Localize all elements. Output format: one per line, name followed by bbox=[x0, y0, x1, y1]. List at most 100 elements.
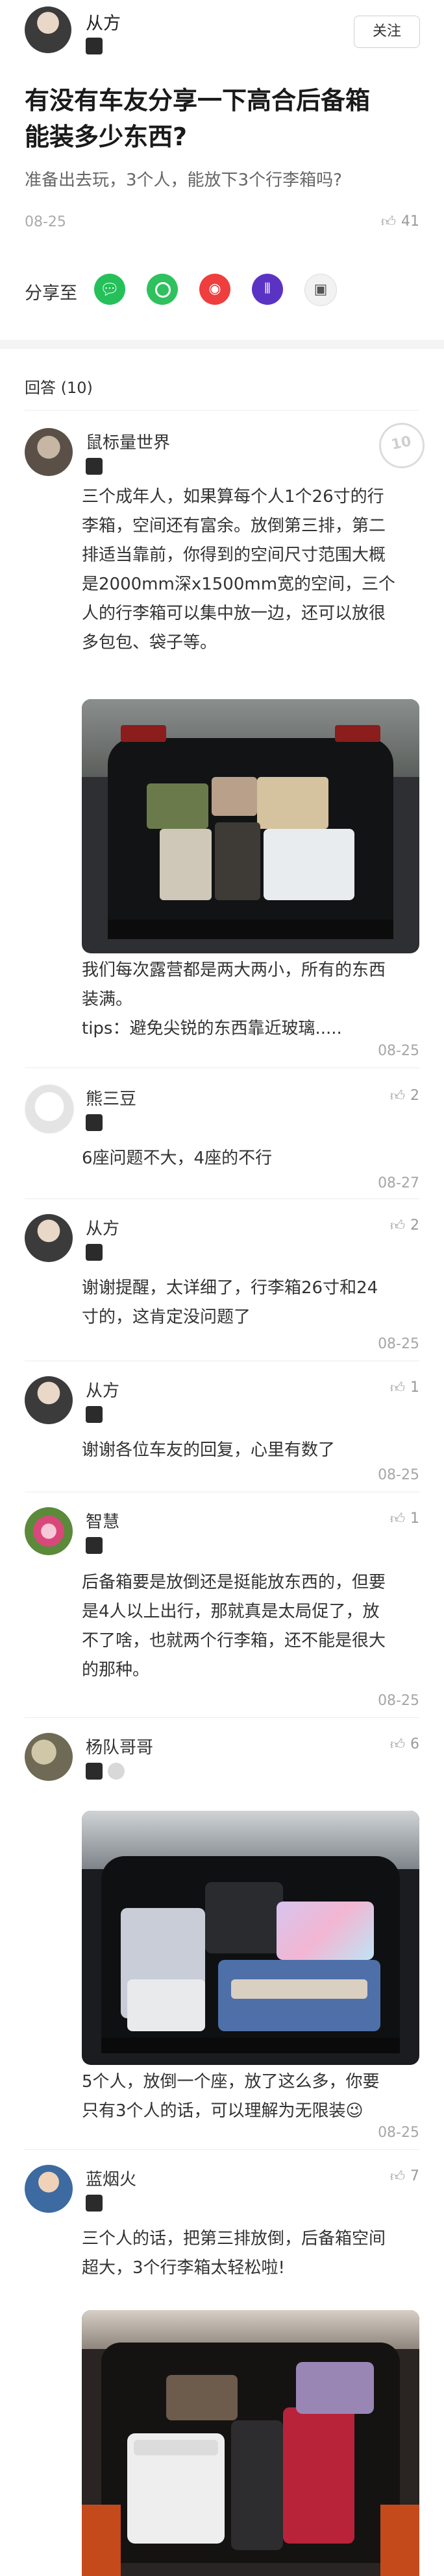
answer-avatar[interactable] bbox=[25, 1084, 74, 1134]
poster-share-icon[interactable]: ▣ bbox=[304, 274, 337, 306]
answer-line: 不了啥，也就两个行李箱，还不能是很大 bbox=[82, 1631, 386, 1651]
answer-avatar[interactable] bbox=[25, 1376, 73, 1424]
answer-photo[interactable] bbox=[82, 2310, 419, 2576]
author-level-badge bbox=[86, 1763, 103, 1780]
answer-like[interactable]: 👍︎ 1 bbox=[390, 1510, 419, 1527]
answer-avatar[interactable] bbox=[25, 1507, 73, 1555]
answer-line: 排适当靠前，你得到的空间尺寸范围大概 bbox=[82, 545, 386, 565]
answer-like-count: 1 bbox=[410, 1510, 419, 1527]
answer-line: 是2000mm深x1500mm宽的空间，三个 bbox=[82, 575, 396, 594]
answer-author-name[interactable]: 智慧 bbox=[86, 1509, 119, 1532]
answer-date: 08-27 bbox=[378, 1175, 419, 1191]
section-divider bbox=[0, 340, 444, 349]
answer-like-count: 2 bbox=[410, 1217, 419, 1234]
answer-avatar[interactable] bbox=[25, 1733, 73, 1781]
photo-caption: 5个人，放倒一个座，放了这么多，你要 只有3个人的话，可以理解为无限装😉 bbox=[82, 2068, 426, 2126]
divider bbox=[25, 1717, 419, 1718]
answer-line: 谢谢各位车友的回复，心里有数了 bbox=[82, 1440, 336, 1460]
answer-avatar[interactable] bbox=[25, 2165, 73, 2213]
answer-like-count: 2 bbox=[410, 1088, 419, 1104]
author-avatar[interactable] bbox=[25, 6, 71, 53]
author-level-badge bbox=[86, 1114, 103, 1131]
answers-count-header: 回答 (10) bbox=[25, 379, 93, 397]
question-date: 08-25 bbox=[25, 214, 66, 230]
weibo-share-icon[interactable]: ◉ bbox=[199, 274, 230, 305]
answer-like[interactable]: 👍︎ 6 bbox=[390, 1735, 419, 1753]
answer-date: 08-25 bbox=[378, 2125, 419, 2141]
answer-line: 超大，3个行李箱太轻松啦! bbox=[82, 2258, 285, 2278]
thumbs-up-icon: 👍︎ bbox=[381, 214, 396, 230]
author-level-badge bbox=[86, 1406, 103, 1423]
divider bbox=[25, 2149, 419, 2150]
answer-date: 08-25 bbox=[378, 1693, 419, 1709]
answer-like-count: 1 bbox=[410, 1379, 419, 1396]
question-description: 准备出去玩，3个人，能放下3个行李箱吗? bbox=[25, 171, 342, 190]
moments-share-icon[interactable] bbox=[147, 274, 178, 305]
question-title-line1: 有没有车友分享一下高合后备箱 bbox=[25, 86, 371, 115]
author-level-badge bbox=[86, 1537, 103, 1554]
answer-photo[interactable] bbox=[82, 1811, 419, 2065]
answer-like[interactable]: 👍︎ 7 bbox=[390, 2167, 419, 2185]
stamp-number: 10 bbox=[389, 433, 413, 453]
answer-line: 是4人以上出行，那就真是太局促了，放 bbox=[82, 1602, 380, 1621]
stamp-icon: 10 bbox=[375, 418, 429, 473]
answer-line: 人的行李箱可以集中放一边，还可以放很 bbox=[82, 604, 386, 623]
answer-like[interactable]: 👍︎ 1 bbox=[390, 1379, 419, 1396]
share-label: 分享至 bbox=[25, 283, 77, 304]
caption-line: 我们每次露营都是两大两小，所有的东西 bbox=[82, 960, 386, 980]
thumbs-up-icon: 👍︎ bbox=[390, 1737, 405, 1753]
answer-line: 6座问题不大，4座的不行 bbox=[82, 1149, 273, 1168]
answer-text: 三个成年人，如果算每个人1个26寸的行 李箱，空间还有富余。放倒第三排，第二 排… bbox=[82, 483, 426, 658]
answer-text: 谢谢各位车友的回复，心里有数了 bbox=[82, 1436, 426, 1465]
answer-line: 三个人的话，把第三排放倒，后备箱空间 bbox=[82, 2229, 386, 2248]
answer-text: 6座问题不大，4座的不行 bbox=[82, 1144, 426, 1173]
author-level-badge bbox=[86, 1244, 103, 1261]
answer-avatar[interactable] bbox=[25, 428, 73, 476]
thumbs-up-icon: 👍︎ bbox=[390, 1218, 405, 1234]
caption-line: tips：避免尖锐的东西靠近玻璃..... bbox=[82, 1019, 342, 1038]
answer-author-name[interactable]: 蓝烟火 bbox=[86, 2166, 136, 2190]
answer-author-name[interactable]: 从方 bbox=[86, 1377, 119, 1401]
question-like[interactable]: 👍︎ 41 bbox=[381, 213, 419, 230]
answer-like[interactable]: 👍︎ 2 bbox=[390, 1217, 419, 1234]
caption-line: 5个人，放倒一个座，放了这么多，你要 bbox=[82, 2072, 380, 2092]
author-level-badge bbox=[86, 2195, 103, 2212]
answer-author-name[interactable]: 从方 bbox=[86, 1215, 119, 1239]
answer-date: 08-25 bbox=[378, 1043, 419, 1059]
divider bbox=[25, 1067, 419, 1068]
answer-text: 三个人的话，把第三排放倒，后备箱空间 超大，3个行李箱太轻松啦! bbox=[82, 2224, 426, 2283]
answer-author-name[interactable]: 杨队哥哥 bbox=[86, 1734, 153, 1758]
thumbs-up-icon: 👍︎ bbox=[390, 1088, 405, 1104]
author-name[interactable]: 从方 bbox=[86, 9, 121, 34]
answer-line: 三个成年人，如果算每个人1个26寸的行 bbox=[82, 487, 384, 507]
verified-badge bbox=[108, 1763, 125, 1780]
wechat-share-icon[interactable]: 💬︎ bbox=[94, 274, 125, 305]
thumbs-up-icon: 👍︎ bbox=[390, 1511, 405, 1527]
thumbs-up-icon: 👍︎ bbox=[390, 2169, 405, 2185]
answer-line: 李箱，空间还有富余。放倒第三排，第二 bbox=[82, 516, 386, 536]
answer-line: 寸的，这肯定没问题了 bbox=[82, 1307, 251, 1327]
answer-line: 多包包、袋子等。 bbox=[82, 633, 217, 652]
question-title-line2: 能装多少东西? bbox=[25, 123, 188, 151]
caption-line: 只有3个人的话，可以理解为无限装😉 bbox=[82, 2101, 364, 2121]
voice-share-icon[interactable]: ⦀ bbox=[252, 274, 283, 305]
photo-caption: 我们每次露营都是两大两小，所有的东西 装满。 tips：避免尖锐的东西靠近玻璃.… bbox=[82, 956, 426, 1044]
answer-line: 后备箱要是放倒还是挺能放东西的，但要 bbox=[82, 1573, 386, 1592]
caption-line: 装满。 bbox=[82, 990, 133, 1009]
answer-like[interactable]: 👍︎ 2 bbox=[390, 1087, 419, 1104]
answer-date: 08-25 bbox=[378, 1336, 419, 1352]
answer-avatar[interactable] bbox=[25, 1214, 73, 1262]
author-level-badge bbox=[86, 458, 103, 475]
question-like-count: 41 bbox=[401, 213, 419, 230]
follow-button[interactable]: 关注 bbox=[354, 16, 420, 48]
answer-author-name[interactable]: 鼠标量世界 bbox=[86, 429, 170, 453]
answer-text: 后备箱要是放倒还是挺能放东西的，但要 是4人以上出行，那就真是太局促了，放 不了… bbox=[82, 1568, 426, 1685]
answer-author-name[interactable]: 熊三豆 bbox=[86, 1086, 136, 1110]
answer-line: 谢谢提醒，太详细了，行李箱26寸和24 bbox=[82, 1278, 378, 1298]
thumbs-up-icon: 👍︎ bbox=[390, 1380, 405, 1396]
answer-like-count: 6 bbox=[410, 1736, 419, 1752]
answer-text: 谢谢提醒，太详细了，行李箱26寸和24 寸的，这肯定没问题了 bbox=[82, 1274, 426, 1332]
author-level-badge bbox=[86, 38, 103, 54]
answer-photo[interactable] bbox=[82, 699, 419, 953]
divider bbox=[25, 410, 419, 411]
